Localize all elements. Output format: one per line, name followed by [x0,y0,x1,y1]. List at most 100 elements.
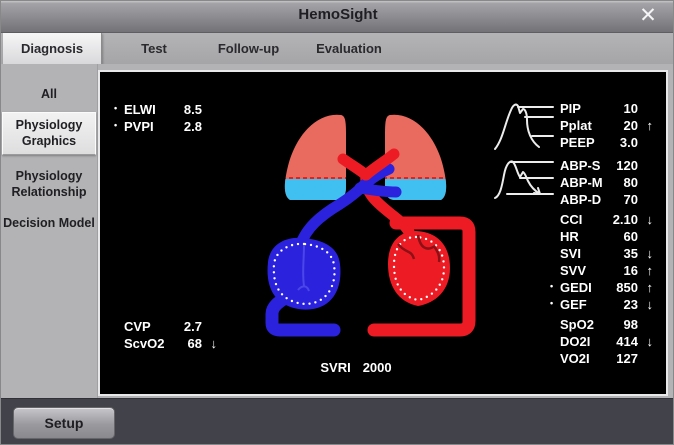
param-label: SpO2 [560,317,607,332]
param-label: SVI [560,246,607,261]
sidebar-item-all[interactable]: All [3,87,95,103]
param-label: ABP-D [560,192,607,207]
param-row: •PVPI2.8 [124,119,217,136]
tab-evaluation[interactable]: Evaluation [304,33,394,64]
param-row: SpO298 [560,317,653,334]
param-row: •GEDI850↑ [560,280,653,297]
footer-bar: Setup [1,398,674,445]
param-value: 68 [171,336,202,351]
setup-button[interactable]: Setup [13,407,115,439]
param-row: VO2I127 [560,351,653,368]
param-label: PVPI [124,119,171,134]
param-row: ABP-D70 [560,192,653,209]
param-row: Pplat20↑ [560,118,653,135]
title-bar: HemoSight ✕ [1,1,674,33]
param-value: 20 [607,118,638,133]
param-marker: • [550,298,553,308]
abp-params-group: ABP-S120ABP-M80ABP-D70 [560,158,653,209]
param-label: ELWI [124,102,171,117]
param-row: ScvO268↓ [124,336,217,353]
param-marker: • [114,120,117,130]
param-row: ABP-M80 [560,175,653,192]
content-area: All Physiology Graphics Physiology Relat… [1,64,674,398]
param-label: DO2I [560,334,607,349]
param-label: SVV [560,263,607,278]
pulmonary-artery-branch2 [360,188,396,192]
svri-value: 2000 [363,360,392,375]
sidebar-item-physiology-graphics[interactable]: Physiology Graphics [2,112,96,155]
param-value: 80 [607,175,638,190]
circulation-diagram [248,104,533,356]
trend-arrow-icon: ↑ [638,263,653,278]
param-label: ABP-M [560,175,607,190]
param-value: 35 [607,246,638,261]
param-label: HR [560,229,607,244]
tab-diagnosis[interactable]: Diagnosis [3,33,102,64]
param-row: CVP2.7 [124,319,217,336]
param-value: 2.7 [171,319,202,334]
vent-params-group: PIP10Pplat20↑PEEP3.0 [560,101,653,152]
tab-test[interactable]: Test [119,33,189,64]
venous-params-group: CVP2.7ScvO268↓ [124,319,217,353]
param-label: ABP-S [560,158,607,173]
param-value: 23 [607,297,638,312]
svri-label: SVRI [320,360,350,375]
trend-arrow-icon: ↓ [638,212,653,227]
window-title: HemoSight [1,6,674,23]
param-label: ScvO2 [124,336,171,351]
param-value: 414 [607,334,638,349]
trend-arrow-icon: ↓ [638,246,653,261]
close-icon: ✕ [639,4,657,27]
sidebar: All Physiology Graphics Physiology Relat… [1,64,98,398]
param-value: 70 [607,192,638,207]
param-row: CCI2.10↓ [560,212,653,229]
param-value: 127 [607,351,638,366]
cardiac-params-group: CCI2.10↓HR60SVI35↓SVV16↑•GEDI850↑•GEF23↓ [560,212,653,314]
param-value: 60 [607,229,638,244]
param-row: SVI35↓ [560,246,653,263]
param-row: PIP10 [560,101,653,118]
close-button[interactable]: ✕ [631,2,665,30]
lung-params-group: •ELWI8.5•PVPI2.8 [124,102,217,136]
param-value: 8.5 [171,102,202,117]
param-row: ABP-S120 [560,158,653,175]
param-value: 10 [607,101,638,116]
left-heart-shape [388,231,450,306]
svri-readout: SVRI 2000 [296,360,416,375]
param-row: •GEF23↓ [560,297,653,314]
trend-arrow-icon: ↑ [638,280,653,295]
right-heart-shape [268,238,341,310]
physiology-graphics-panel: •ELWI8.5•PVPI2.8 PIP10Pplat20↑PEEP3.0 AB… [98,70,668,396]
param-row: PEEP3.0 [560,135,653,152]
param-row: SVV16↑ [560,263,653,280]
param-label: PIP [560,101,607,116]
param-value: 3.0 [607,135,638,150]
param-label: GEDI [560,280,607,295]
param-value: 2.10 [607,212,638,227]
sidebar-item-decision-model[interactable]: Decision Model [3,216,95,232]
param-row: DO2I414↓ [560,334,653,351]
param-value: 16 [607,263,638,278]
trend-arrow-icon: ↓ [638,334,653,349]
param-label: GEF [560,297,607,312]
param-label: Pplat [560,118,607,133]
hemosight-window: HemoSight ✕ Diagnosis Test Follow-up Eva… [0,0,674,445]
param-label: CCI [560,212,607,227]
param-value: 98 [607,317,638,332]
param-label: VO2I [560,351,607,366]
param-label: CVP [124,319,171,334]
trend-arrow-icon: ↓ [202,336,217,351]
param-marker: • [114,103,117,113]
param-row: HR60 [560,229,653,246]
param-value: 2.8 [171,119,202,134]
param-marker: • [550,281,553,291]
param-value: 850 [607,280,638,295]
param-label: PEEP [560,135,607,150]
tab-bar: Diagnosis Test Follow-up Evaluation [1,33,674,65]
sidebar-item-physiology-relationship[interactable]: Physiology Relationship [3,169,95,200]
trend-arrow-icon: ↓ [638,297,653,312]
trend-arrow-icon: ↑ [638,118,653,133]
oxygen-params-group: SpO298DO2I414↓VO2I127 [560,317,653,368]
param-value: 120 [607,158,638,173]
tab-follow-up[interactable]: Follow-up [206,33,291,64]
